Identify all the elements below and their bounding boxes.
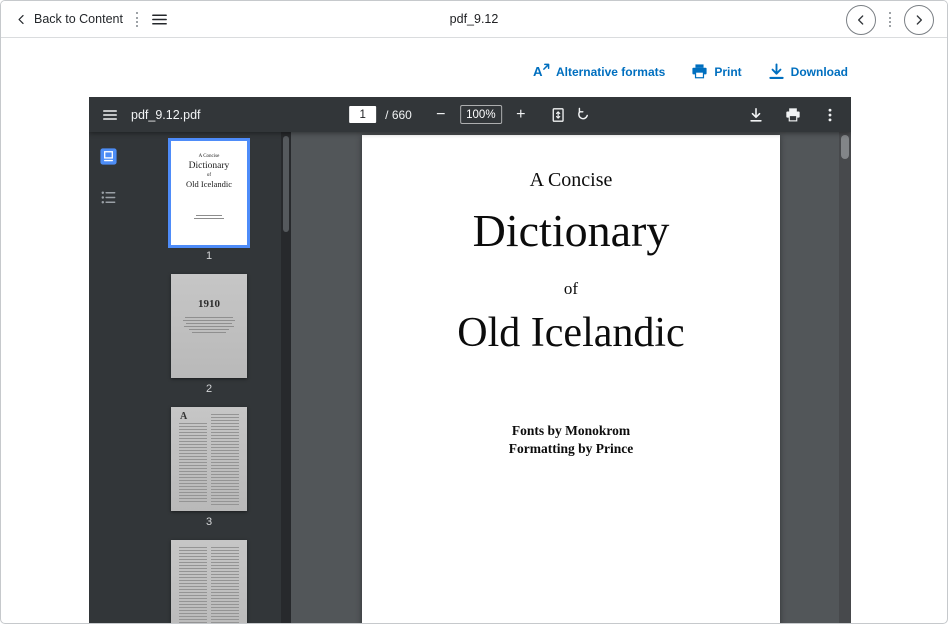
print-link[interactable]: Print: [691, 63, 741, 80]
pdf-sidebar-toggle-button[interactable]: [102, 107, 118, 123]
thumb-year: 1910: [171, 274, 247, 310]
svg-text:A: A: [533, 64, 543, 79]
document-outline-icon: [99, 188, 118, 207]
pdf-toolbar-right: [748, 107, 851, 123]
thumbnail-1-preview: A Concise Dictionary of Old Icelandic: [171, 141, 247, 219]
pdf-page-area: A Concise Dictionary of Old Icelandic Fo…: [291, 132, 851, 624]
thumb-title-line: A Concise: [171, 141, 247, 159]
pdf-viewer: pdf_9.12.pdf / 660 − +: [89, 97, 851, 624]
zoom-level-input[interactable]: [460, 105, 502, 124]
outline-view-button[interactable]: [97, 186, 119, 208]
pdf-print-button[interactable]: [785, 107, 801, 123]
page-number-input[interactable]: [349, 106, 376, 123]
thumbnail-page-2[interactable]: 1910: [171, 274, 247, 378]
page-title-line-2: Dictionary: [362, 204, 780, 257]
download-link[interactable]: Download: [768, 63, 848, 80]
previous-topic-button[interactable]: [846, 5, 876, 35]
alternative-formats-link[interactable]: A Alternative formats: [533, 63, 665, 80]
page-title-line-1: A Concise: [362, 169, 780, 192]
pdf-filename: pdf_9.12.pdf: [131, 108, 201, 122]
page-credits: Fonts by Monokrom Formatting by Prince: [362, 422, 780, 457]
pdf-more-options-button[interactable]: [822, 107, 838, 123]
print-icon: [691, 63, 708, 80]
dotted-divider: [136, 12, 138, 27]
credit-line-2: Formatting by Prince: [362, 440, 780, 458]
document-scrollbar[interactable]: [839, 132, 851, 624]
thumbnail-list: A Concise Dictionary of Old Icelandic 1: [127, 132, 291, 624]
zoom-in-button[interactable]: +: [511, 107, 531, 123]
thumbnail-label: 1: [206, 250, 212, 262]
thumb-title-line: Dictionary: [171, 161, 247, 171]
rotate-button[interactable]: [575, 107, 591, 123]
alternative-formats-icon: A: [533, 63, 550, 80]
download-label: Download: [791, 65, 848, 79]
thumb-text-column: [179, 547, 207, 624]
download-icon: [768, 63, 785, 80]
sidebar-scrollbar-thumb[interactable]: [283, 136, 289, 232]
page-title-line-4: Old Icelandic: [362, 309, 780, 357]
thumb-title-line: of: [171, 173, 247, 178]
thumb-text-column: [179, 423, 207, 503]
thumb-text-column: [211, 547, 239, 624]
thumb-text-column: [211, 414, 239, 506]
thumbnail-2-preview: 1910: [171, 274, 247, 333]
page-title-line-3: of: [362, 279, 780, 299]
thumbnail-page-1[interactable]: A Concise Dictionary of Old Icelandic: [171, 141, 247, 245]
thumb-title-line: Old Icelandic: [171, 179, 247, 189]
top-navigation-bar: Back to Content pdf_9.12: [1, 1, 947, 38]
back-to-content-label: Back to Content: [34, 12, 123, 26]
thumbnails-view-button[interactable]: [97, 145, 119, 167]
document-scrollbar-thumb[interactable]: [841, 135, 849, 159]
download-icon: [748, 107, 764, 123]
alternative-formats-label: Alternative formats: [556, 65, 665, 79]
hamburger-menu-icon: [102, 107, 118, 123]
content-menu-button[interactable]: [151, 11, 168, 28]
back-to-content-button[interactable]: Back to Content: [16, 12, 123, 26]
pdf-page: A Concise Dictionary of Old Icelandic Fo…: [362, 135, 780, 624]
hamburger-menu-icon: [151, 11, 168, 28]
kebab-menu-icon: [822, 107, 838, 123]
chevron-left-icon: [16, 14, 27, 25]
pdf-toolbar-left: pdf_9.12.pdf: [89, 107, 201, 123]
chevron-left-icon: [855, 14, 867, 26]
page-title: pdf_9.12: [450, 12, 499, 26]
thumbnail-label: 2: [206, 383, 212, 395]
app-window: Back to Content pdf_9.12 A Alternative f…: [0, 0, 948, 624]
document-actions: A Alternative formats Print Download: [533, 63, 848, 80]
pdf-download-button[interactable]: [748, 107, 764, 123]
thumbnail-page-3[interactable]: A: [171, 407, 247, 511]
thumbnail-page-4[interactable]: [171, 540, 247, 624]
pdf-toolbar: pdf_9.12.pdf / 660 − +: [89, 97, 851, 132]
thumb-text-lines: [171, 317, 247, 333]
zoom-out-button[interactable]: −: [431, 107, 451, 123]
fit-to-page-icon: [550, 107, 566, 123]
page-count-label: / 660: [385, 108, 412, 122]
rotate-icon: [575, 107, 591, 123]
pdf-toolbar-center: / 660 − +: [349, 97, 591, 132]
fit-to-page-button[interactable]: [550, 107, 566, 123]
thumb-text-lines: [171, 215, 247, 219]
thumb-drop-cap: A: [180, 411, 187, 422]
pdf-viewer-body: A Concise Dictionary of Old Icelandic 1: [89, 132, 851, 624]
print-label: Print: [714, 65, 741, 79]
dotted-divider: [889, 12, 891, 27]
credit-line-1: Fonts by Monokrom: [362, 422, 780, 440]
sidebar-view-rail: [89, 132, 127, 624]
pdf-sidebar: A Concise Dictionary of Old Icelandic 1: [89, 132, 291, 624]
chevron-right-icon: [913, 14, 925, 26]
next-topic-button[interactable]: [904, 5, 934, 35]
print-icon: [785, 107, 801, 123]
thumbnail-label: 3: [206, 516, 212, 528]
sidebar-scrollbar[interactable]: [281, 132, 291, 624]
thumbnails-view-icon: [99, 147, 118, 166]
topic-navigation: [846, 1, 934, 38]
